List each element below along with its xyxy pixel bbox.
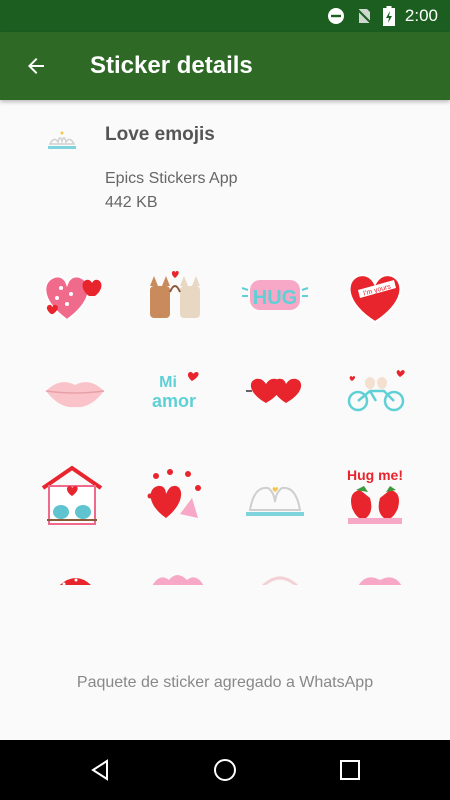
svg-text:HUG: HUG [253, 287, 297, 309]
pack-name: Love emojis [105, 124, 215, 145]
birdhouse-sticker[interactable] [37, 462, 107, 532]
battery-charging-icon [382, 6, 395, 26]
pink-heart-sticker[interactable] [145, 566, 215, 585]
svg-text:Hug me!: Hug me! [347, 467, 403, 483]
mi-amor-sticker[interactable]: Mi amor [140, 355, 210, 425]
page-title: Sticker details [90, 52, 253, 79]
lips-sticker[interactable] [40, 355, 110, 425]
two-hearts-sticker[interactable] [240, 355, 310, 425]
im-yours-heart-sticker[interactable]: I'm yours [340, 260, 410, 330]
hug-me-strawberries-sticker[interactable]: Hug me! [340, 462, 410, 532]
status-icons: 2:00 [327, 5, 438, 27]
no-signal-icon [356, 8, 372, 24]
nav-back-icon [91, 759, 108, 781]
do-not-disturb-icon [327, 8, 344, 24]
sticker-grid: HUG I'm yours Mi amor Hug me! [0, 250, 450, 585]
arrow-back-icon [28, 58, 44, 74]
hearts-bow-sticker[interactable] [140, 462, 210, 532]
pack-size: 442 KB [105, 194, 158, 211]
hearts-sticker[interactable] [37, 260, 107, 330]
svg-text:amor: amor [152, 391, 196, 411]
navigation-bar [0, 740, 450, 800]
app-bar: Sticker details [0, 32, 450, 100]
pink-heart-sticker-2[interactable] [345, 566, 415, 585]
nav-recents-button[interactable] [330, 750, 370, 790]
status-bar: 2:00 [0, 0, 450, 32]
swan-crown-icon [48, 131, 76, 149]
nav-recents-icon [340, 760, 360, 780]
swans-sticker[interactable] [240, 462, 310, 532]
pink-sticker[interactable] [245, 566, 315, 585]
pack-publisher: Epics Stickers App [105, 170, 238, 187]
added-to-whatsapp-message: Paquete de sticker agregado a WhatsApp [76, 674, 374, 691]
svg-text:Mi: Mi [159, 374, 177, 391]
strawberry-sticker[interactable] [42, 566, 112, 585]
back-button[interactable] [14, 44, 58, 88]
nav-home-button[interactable] [205, 750, 245, 790]
hug-sticker[interactable]: HUG [240, 260, 310, 330]
cats-sticker[interactable] [140, 260, 210, 330]
tandem-bike-sticker[interactable] [340, 355, 410, 425]
nav-back-button[interactable] [80, 750, 120, 790]
pack-header: Love emojis Epics Stickers App 442 KB [0, 100, 450, 240]
nav-home-icon [214, 759, 236, 781]
clock-time: 2:00 [404, 6, 438, 25]
